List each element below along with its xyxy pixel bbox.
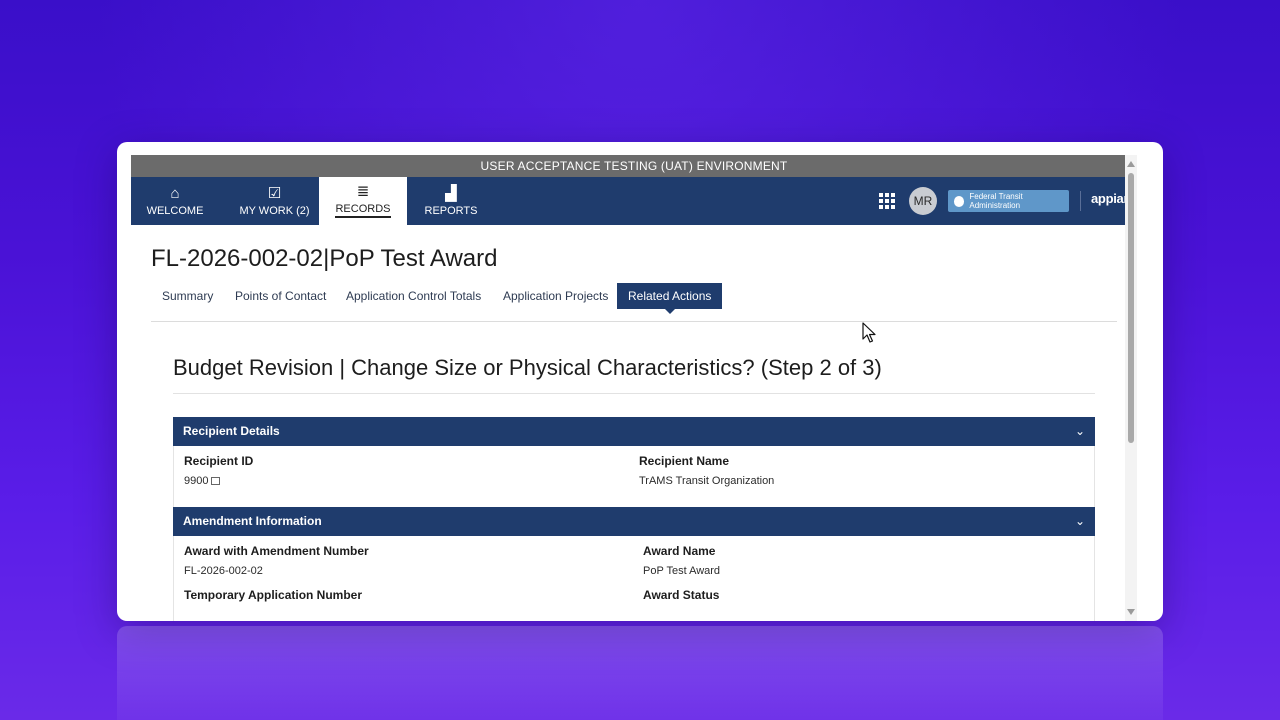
mouse-cursor-icon [862, 322, 876, 343]
browser-window: USER ACCEPTANCE TESTING (UAT) ENVIRONMEN… [117, 142, 1163, 621]
nav-tab-label: RECORDS [335, 203, 391, 218]
award-amendment-number-value: FL-2026-002-02 [184, 565, 263, 577]
award-name-label: Award Name [643, 544, 716, 558]
agency-seal-icon [954, 195, 965, 207]
nav-tab-label: MY WORK (2) [239, 204, 310, 217]
chevron-down-icon[interactable]: ⌄ [1075, 417, 1085, 446]
amendment-information-header[interactable]: Amendment Information ⌄ [173, 507, 1095, 536]
vertical-scrollbar[interactable] [1125, 155, 1137, 621]
agency-logo: Federal Transit Administration [948, 190, 1069, 212]
tab-application-control-totals[interactable]: Application Control Totals [335, 283, 492, 309]
award-name-value: PoP Test Award [643, 565, 721, 577]
nav-tab-my-work[interactable]: ☑ MY WORK (2) [231, 177, 318, 225]
section-title: Amendment Information [183, 514, 322, 528]
nav-tab-label: WELCOME [146, 204, 204, 217]
scroll-down-arrow-icon[interactable] [1127, 609, 1135, 615]
scrollbar-thumb[interactable] [1128, 173, 1134, 443]
copy-icon[interactable] [211, 477, 221, 485]
nav-tab-records[interactable]: ≣ RECORDS [319, 177, 407, 225]
divider [173, 393, 1095, 394]
user-avatar[interactable]: MR [909, 187, 937, 215]
home-icon: ⌂ [170, 184, 180, 202]
nav-tab-welcome[interactable]: ⌂ WELCOME [131, 177, 219, 225]
check-square-icon: ☑ [267, 184, 282, 202]
app-launcher-icon[interactable] [879, 193, 895, 209]
recipient-details-header[interactable]: Recipient Details ⌄ [173, 417, 1095, 446]
recipient-id-value: 9900 [184, 475, 221, 487]
window-reflection [117, 626, 1163, 720]
tab-application-projects[interactable]: Application Projects [492, 283, 619, 309]
divider [151, 321, 1117, 322]
agency-logo-text: Federal Transit Administration [969, 192, 1023, 210]
chevron-down-icon[interactable]: ⌄ [1075, 507, 1085, 536]
recipient-name-value: TrAMS Transit Organization [639, 475, 775, 487]
reflection-content [117, 626, 1163, 720]
recipient-details-section: Recipient Details ⌄ Recipient ID 9900 Re… [173, 417, 1095, 507]
tab-summary[interactable]: Summary [151, 283, 224, 309]
environment-banner: USER ACCEPTANCE TESTING (UAT) ENVIRONMEN… [131, 155, 1137, 177]
recipient-details-body: Recipient ID 9900 Recipient Name TrAMS T… [173, 446, 1095, 507]
nav-tab-reports[interactable]: ▟ REPORTS [407, 177, 495, 225]
award-amendment-number-label: Award with Amendment Number [184, 544, 369, 558]
step-title: Budget Revision | Change Size or Physica… [173, 355, 882, 380]
scroll-up-arrow-icon[interactable] [1127, 161, 1135, 167]
section-title: Recipient Details [183, 424, 280, 438]
app-frame: USER ACCEPTANCE TESTING (UAT) ENVIRONMEN… [131, 155, 1137, 621]
list-icon: ≣ [356, 183, 370, 200]
nav-tab-label: REPORTS [424, 204, 478, 217]
record-title: FL-2026-002-02|PoP Test Award [151, 245, 498, 272]
chart-icon: ▟ [445, 184, 457, 202]
award-status-label: Award Status [643, 588, 720, 602]
top-navigation: ⌂ WELCOME ☑ MY WORK (2) ≣ RECORDS ▟ REPO… [131, 177, 1137, 225]
recipient-name-label: Recipient Name [639, 454, 730, 468]
nav-divider [1080, 191, 1081, 211]
recipient-id-text: 9900 [184, 475, 209, 487]
tab-points-of-contact[interactable]: Points of Contact [224, 283, 337, 309]
recipient-id-label: Recipient ID [184, 454, 254, 468]
amendment-information-body: Award with Amendment Number FL-2026-002-… [173, 536, 1095, 621]
tab-related-actions[interactable]: Related Actions [617, 283, 723, 314]
amendment-information-section: Amendment Information ⌄ Award with Amend… [173, 507, 1095, 621]
temporary-application-number-label: Temporary Application Number [184, 588, 363, 602]
